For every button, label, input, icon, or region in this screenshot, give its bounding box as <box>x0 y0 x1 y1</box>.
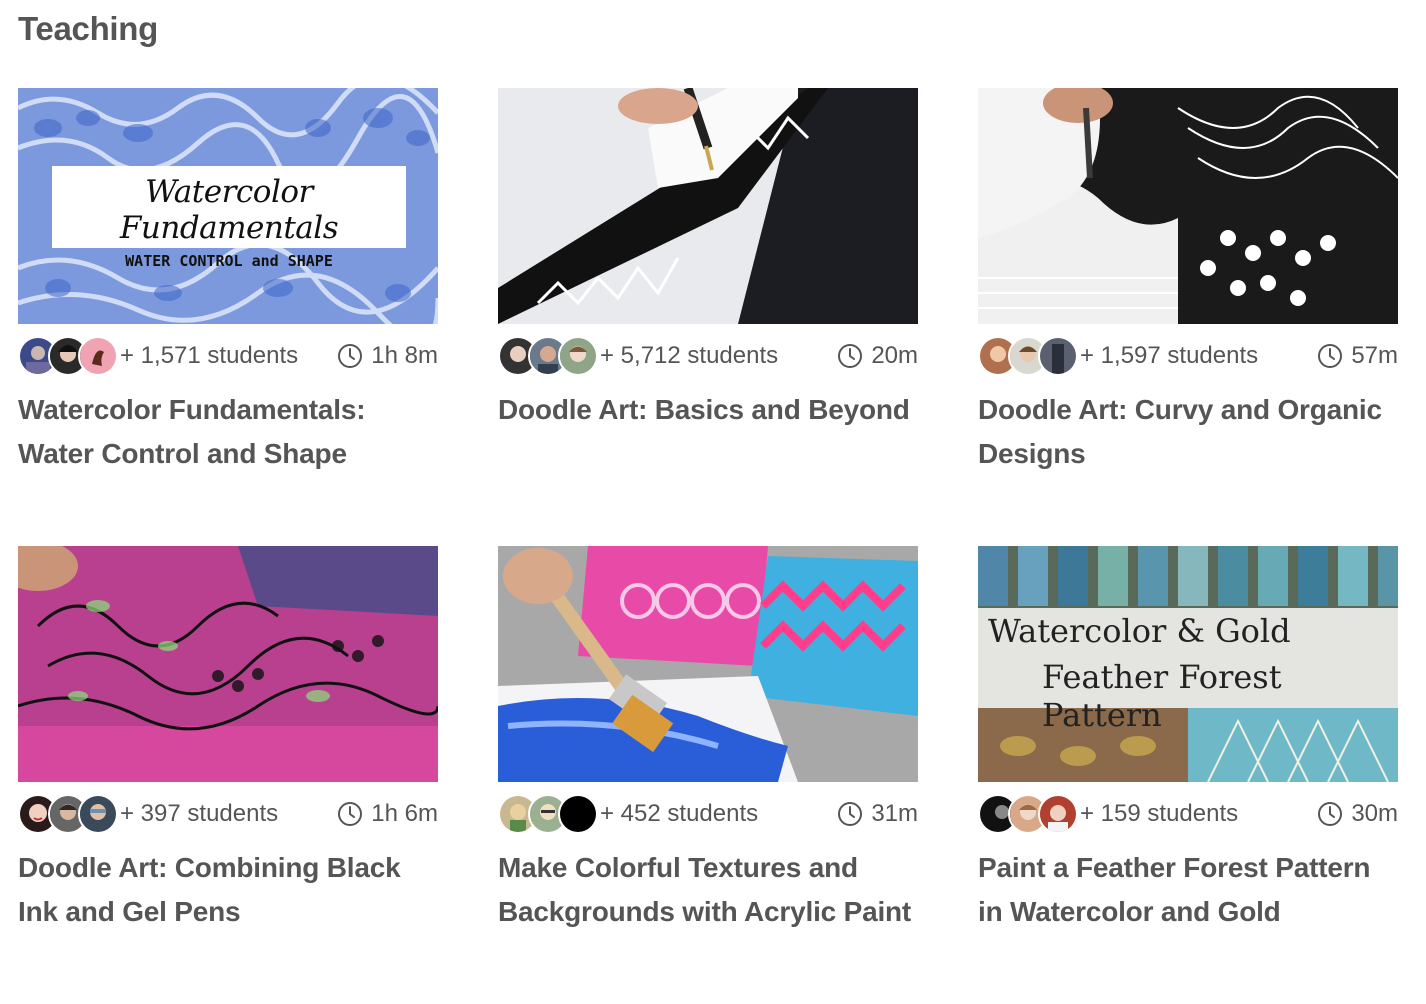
avatar <box>558 794 598 834</box>
duration-text: 1h 6m <box>371 800 438 827</box>
student-count: + 5,712 students <box>600 342 779 369</box>
thumbnail-title-text: Watercolor Fundamentals <box>119 174 339 246</box>
course-duration: 20m <box>837 342 918 370</box>
course-card[interactable]: Watercolor & Gold Feather Forest Pattern… <box>978 546 1398 1004</box>
course-meta: + 1,571 students 1h 8m <box>18 324 438 386</box>
student-avatars <box>978 794 1078 834</box>
thumbnail-title-box: Watercolor Fundamentals WATER CONTROL an… <box>52 166 406 270</box>
clock-icon <box>1318 802 1343 826</box>
thumbnail-subtitle-text: WATER CONTROL and SHAPE <box>125 252 333 270</box>
course-meta: + 5,712 students 20m <box>498 324 918 386</box>
course-title[interactable]: Make Colorful Textures and Backgrounds w… <box>498 846 918 934</box>
student-avatars <box>978 336 1078 376</box>
course-card[interactable]: Watercolor Fundamentals WATER CONTROL an… <box>18 88 438 546</box>
avatar <box>558 336 598 376</box>
student-avatars <box>498 336 598 376</box>
course-thumbnail[interactable] <box>498 546 918 782</box>
thumbnail-image <box>498 546 918 782</box>
student-avatars <box>18 336 118 376</box>
duration-text: 20m <box>871 342 918 369</box>
course-thumbnail[interactable]: Watercolor Fundamentals WATER CONTROL an… <box>18 88 438 324</box>
course-duration: 30m <box>1317 800 1398 828</box>
course-duration: 31m <box>837 800 918 828</box>
student-count: + 159 students <box>1080 800 1239 827</box>
course-duration: 1h 8m <box>337 342 438 370</box>
course-title[interactable]: Paint a Feather Forest Pattern in Waterc… <box>978 846 1398 934</box>
course-grid: Watercolor Fundamentals WATER CONTROL an… <box>18 88 1398 1004</box>
course-meta: + 397 students 1h 6m <box>18 782 438 844</box>
course-duration: 57m <box>1317 342 1398 370</box>
duration-text: 57m <box>1351 342 1398 369</box>
course-card[interactable]: + 452 students 31m Make Colorful Texture… <box>498 546 918 1004</box>
course-title[interactable]: Doodle Art: Combining Black Ink and Gel … <box>18 846 438 934</box>
course-duration: 1h 6m <box>337 800 438 828</box>
course-card[interactable]: + 1,597 students 57m Doodle Art: Curvy a… <box>978 88 1398 546</box>
clock-icon <box>1318 344 1343 368</box>
thumbnail-subtitle-text: Feather Forest Pattern <box>1042 658 1282 734</box>
section-title: Teaching <box>18 10 159 47</box>
course-thumbnail[interactable] <box>498 88 918 324</box>
clock-icon <box>838 802 863 826</box>
student-count: + 1,597 students <box>1080 342 1259 369</box>
avatar <box>1038 336 1078 376</box>
course-meta: + 1,597 students 57m <box>978 324 1398 386</box>
course-thumbnail[interactable]: Watercolor & Gold Feather Forest Pattern <box>978 546 1398 782</box>
student-avatars <box>18 794 118 834</box>
course-title[interactable]: Doodle Art: Basics and Beyond <box>498 388 918 432</box>
thumbnail-title-text: Watercolor & Gold <box>988 612 1291 650</box>
student-count: + 452 students <box>600 800 759 827</box>
thumbnail-image <box>18 546 438 782</box>
student-count: + 397 students <box>120 800 279 827</box>
avatar <box>78 794 118 834</box>
student-avatars <box>498 794 598 834</box>
course-title[interactable]: Doodle Art: Curvy and Organic Designs <box>978 388 1398 476</box>
course-card[interactable]: + 5,712 students 20m Doodle Art: Basics … <box>498 88 918 546</box>
thumbnail-image <box>978 88 1398 324</box>
course-meta: + 159 students 30m <box>978 782 1398 844</box>
duration-text: 31m <box>871 800 918 827</box>
course-meta: + 452 students 31m <box>498 782 918 844</box>
thumbnail-image <box>498 88 918 324</box>
avatar <box>78 336 118 376</box>
avatar <box>1038 794 1078 834</box>
course-title[interactable]: Watercolor Fundamentals: Water Control a… <box>18 388 438 476</box>
course-thumbnail[interactable] <box>978 88 1398 324</box>
clock-icon <box>338 802 363 826</box>
duration-text: 30m <box>1351 800 1398 827</box>
course-thumbnail[interactable] <box>18 546 438 782</box>
clock-icon <box>838 344 863 368</box>
clock-icon <box>338 344 363 368</box>
duration-text: 1h 8m <box>371 342 438 369</box>
course-card[interactable]: + 397 students 1h 6m Doodle Art: Combini… <box>18 546 438 1004</box>
student-count: + 1,571 students <box>120 342 299 369</box>
